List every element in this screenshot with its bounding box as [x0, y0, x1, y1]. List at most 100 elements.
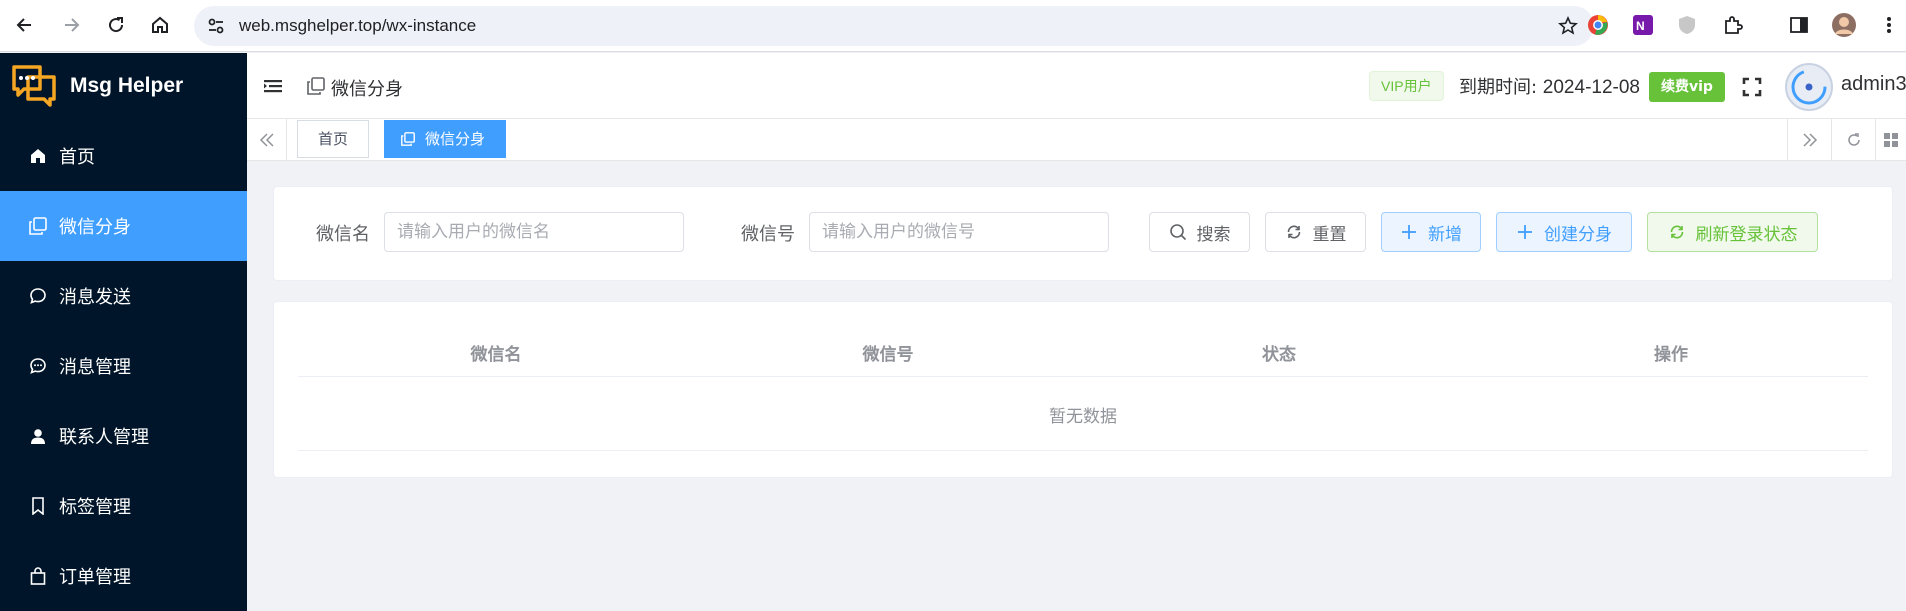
top-header: 微信分身 VIP用户 到期时间: 2024-12-08 续费vip admin3: [247, 53, 1906, 119]
user-icon: [28, 426, 48, 446]
breadcrumb: 微信分身: [331, 79, 403, 100]
table-empty-text: 暂无数据: [1049, 407, 1117, 427]
sidebar-item-label: 订单管理: [59, 567, 131, 588]
sidebar-item-wechat-instance[interactable]: 微信分身: [0, 191, 247, 261]
chat-logo-icon: [12, 65, 56, 107]
vip-badge: VIP用户: [1369, 71, 1444, 101]
sidebar-item-label: 联系人管理: [59, 427, 149, 448]
hamburger-icon[interactable]: [263, 76, 283, 96]
forward-button[interactable]: [56, 10, 86, 40]
sidebar-item-message-send[interactable]: 消息发送: [0, 261, 247, 331]
url-text[interactable]: web.msghelper.top/wx-instance: [239, 16, 476, 36]
search-button-label: 搜索: [1196, 224, 1231, 245]
plus-icon: [1516, 223, 1534, 241]
wechat-name-input[interactable]: [384, 212, 684, 252]
sidebar: Msg Helper 首页 微信分身 消息发送 消息管理 联系人管理 标签管理 …: [0, 53, 247, 611]
double-chevron-right-icon: [1802, 133, 1817, 147]
expire-label: 到期时间:: [1459, 77, 1543, 98]
browser-menu-icon[interactable]: [1876, 12, 1902, 38]
sidebar-item-label: 标签管理: [59, 497, 131, 518]
avatar-spinner-icon: [1791, 69, 1827, 105]
renew-vip-button[interactable]: 续费vip: [1649, 72, 1725, 102]
extension-onenote-icon[interactable]: N: [1630, 12, 1656, 38]
refresh-icon: [1668, 223, 1686, 241]
sidebar-item-label: 消息管理: [59, 357, 131, 378]
search-button[interactable]: 搜索: [1149, 212, 1250, 252]
browser-toolbar: web.msghelper.top/wx-instance N: [0, 0, 1906, 52]
chat-bubble-icon: [28, 286, 48, 306]
column-header-wechat-name: 微信名: [470, 345, 522, 365]
create-instance-button-label: 创建分身: [1544, 224, 1612, 245]
svg-text:N: N: [1636, 19, 1645, 33]
refresh-icon: [1847, 133, 1860, 146]
avatar[interactable]: [1785, 63, 1833, 111]
double-chevron-left-icon: [259, 133, 274, 147]
extension-shield-icon[interactable]: [1674, 12, 1700, 38]
site-settings-icon[interactable]: [204, 14, 228, 38]
tab-label: 微信分身: [425, 130, 486, 148]
home-button[interactable]: [145, 10, 175, 40]
copy-icon: [401, 132, 415, 146]
back-button[interactable]: [10, 10, 40, 40]
profile-avatar-icon[interactable]: [1831, 12, 1857, 38]
username[interactable]: admin3: [1841, 73, 1906, 96]
wechat-id-input[interactable]: [809, 212, 1109, 252]
add-button-label: 新增: [1428, 224, 1462, 245]
app-logo[interactable]: Msg Helper: [0, 53, 247, 121]
sidebar-item-tags[interactable]: 标签管理: [0, 471, 247, 541]
wechat-id-label: 微信号: [741, 224, 795, 245]
address-bar[interactable]: web.msghelper.top/wx-instance: [194, 6, 1594, 46]
tab-home[interactable]: 首页: [297, 120, 370, 158]
tab-label: 首页: [318, 130, 349, 148]
fullscreen-icon[interactable]: [1742, 77, 1762, 97]
table-header-divider: [298, 376, 1868, 377]
add-button[interactable]: 新增: [1381, 212, 1481, 252]
side-panel-icon[interactable]: [1786, 12, 1812, 38]
home-outline-icon: [152, 16, 168, 33]
shopping-bag-icon: [28, 566, 48, 586]
reset-icon: [1285, 223, 1303, 241]
arrow-right-icon: [65, 18, 80, 32]
sidebar-item-message-manage[interactable]: 消息管理: [0, 331, 247, 401]
grid-icon: [1884, 133, 1898, 147]
reset-button[interactable]: 重置: [1265, 212, 1366, 252]
refresh-login-status-button[interactable]: 刷新登录状态: [1647, 212, 1818, 252]
tab-wechat-instance[interactable]: 微信分身: [384, 120, 507, 158]
tags-scroll-right-button[interactable]: [1787, 119, 1831, 161]
tags-refresh-button[interactable]: [1831, 119, 1875, 161]
bookmark-icon: [28, 496, 48, 516]
refresh-login-status-label: 刷新登录状态: [1695, 224, 1798, 245]
chat-dots-icon: [28, 356, 48, 376]
extension-chrome-icon[interactable]: [1585, 12, 1611, 38]
arrow-left-icon: [16, 18, 31, 32]
sidebar-item-label: 微信分身: [59, 217, 131, 238]
sidebar-item-label: 消息发送: [59, 287, 131, 308]
extensions-puzzle-icon[interactable]: [1720, 12, 1746, 38]
reload-icon: [109, 17, 124, 33]
column-header-wechat-id: 微信号: [862, 345, 914, 365]
bookmark-star-icon[interactable]: [1556, 14, 1580, 38]
copy-icon: [307, 77, 325, 95]
tags-scroll-left-button[interactable]: [247, 119, 287, 161]
copy-icon: [28, 216, 48, 236]
expire-date: 到期时间: 2024-12-08: [1459, 73, 1640, 99]
sidebar-item-label: 首页: [59, 147, 95, 168]
sidebar-item-orders[interactable]: 订单管理: [0, 541, 247, 611]
sidebar-item-home[interactable]: 首页: [0, 121, 247, 191]
wechat-name-label: 微信名: [316, 224, 370, 245]
sidebar-item-contacts[interactable]: 联系人管理: [0, 401, 247, 471]
reset-button-label: 重置: [1312, 224, 1347, 245]
reload-button[interactable]: [101, 10, 131, 40]
tags-bar: 首页 微信分身: [247, 119, 1906, 161]
column-header-status: 状态: [1262, 345, 1296, 365]
tags-menu-button[interactable]: [1875, 119, 1906, 161]
expire-date-value: 2024-12-08: [1542, 77, 1640, 98]
column-header-actions: 操作: [1654, 345, 1688, 365]
create-instance-button[interactable]: 创建分身: [1496, 212, 1632, 252]
home-icon: [28, 146, 48, 166]
table-bottom-divider: [298, 450, 1868, 451]
table-card: [273, 301, 1893, 478]
app-name: Msg Helper: [70, 74, 184, 97]
plus-icon: [1400, 223, 1418, 241]
search-icon: [1169, 223, 1187, 241]
